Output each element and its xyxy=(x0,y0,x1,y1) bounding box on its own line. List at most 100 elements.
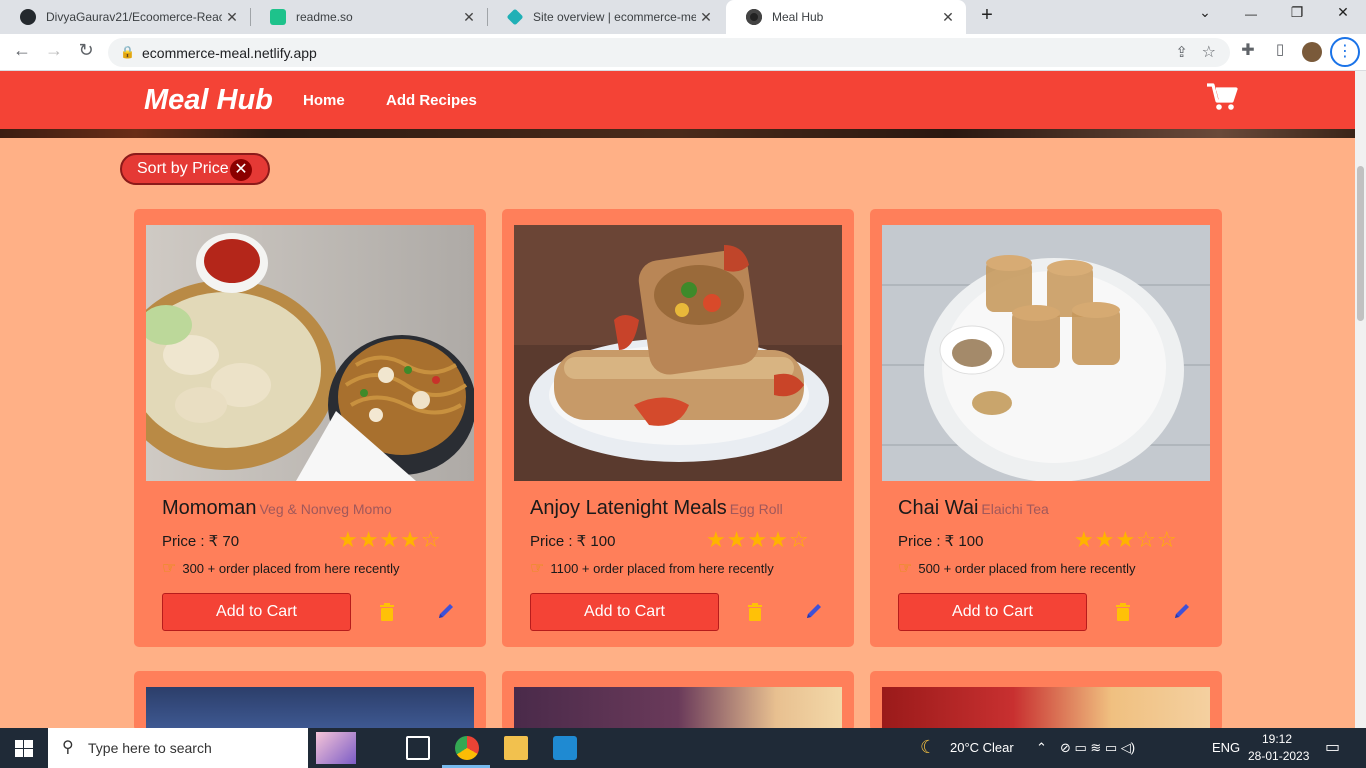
tab-title: DivyaGaurav21/Ecoomerce-React xyxy=(46,10,222,24)
browser-toolbar: ← → ↻ 🔒 ecommerce-meal.netlify.app ⇪ ☆ ✚… xyxy=(0,34,1366,71)
product-title: Anjoy Latenight Meals Egg Roll xyxy=(530,497,783,520)
cart-icon[interactable] xyxy=(1206,82,1238,112)
clear-sort-icon[interactable]: ✕ xyxy=(230,159,252,181)
back-icon[interactable]: ← xyxy=(10,40,34,61)
edit-icon[interactable] xyxy=(1172,601,1192,621)
readme-icon xyxy=(270,9,286,25)
star-rating: ★★★★☆ xyxy=(706,527,810,552)
pointing-hand-icon: ☞ xyxy=(162,560,177,577)
notification-icon[interactable]: ▭ xyxy=(1325,737,1340,757)
tab-meal-hub[interactable]: Meal Hub ✕ xyxy=(726,0,966,34)
scrollbar-thumb[interactable] xyxy=(1357,166,1364,321)
nav-link-home[interactable]: Home xyxy=(303,92,345,109)
page-content: Meal Hub Home Add Recipes Sort by Price … xyxy=(0,71,1355,728)
dish-name: Veg & Nonveg Momo xyxy=(259,501,392,517)
side-panel-icon[interactable]: ▯ xyxy=(1268,40,1292,58)
forward-icon[interactable]: → xyxy=(42,40,66,61)
navbar: Meal Hub Home Add Recipes xyxy=(0,71,1355,129)
sort-chip-label: Sort by Price xyxy=(137,160,229,177)
profile-avatar[interactable] xyxy=(1302,42,1322,62)
close-window-icon[interactable]: ✕ xyxy=(1328,4,1358,21)
close-tab-icon[interactable]: ✕ xyxy=(696,9,716,26)
product-card xyxy=(134,671,486,728)
pointing-hand-icon: ☞ xyxy=(898,560,913,577)
tab-title: Site overview | ecommerce-meal xyxy=(533,10,696,24)
add-to-cart-button[interactable]: Add to Cart xyxy=(530,593,719,631)
edit-icon[interactable] xyxy=(804,601,824,621)
language-indicator[interactable]: ENG xyxy=(1212,740,1240,755)
order-count-text: 300 + order placed from here recently xyxy=(182,560,400,576)
url-text[interactable]: ecommerce-meal.netlify.app xyxy=(142,45,317,61)
restaurant-name: Anjoy Latenight Meals xyxy=(530,497,727,519)
edit-icon[interactable] xyxy=(436,601,456,621)
order-count: ☞ 300 + order placed from here recently xyxy=(162,558,400,578)
close-tab-icon[interactable]: ✕ xyxy=(222,9,242,26)
restore-icon[interactable]: ❐ xyxy=(1282,4,1312,21)
windows-taskbar: ⚲ Type here to search ☾ 20°C Clear ⌃ ⊘ ▭… xyxy=(0,728,1366,768)
reload-icon[interactable]: ↻ xyxy=(74,40,98,61)
product-price: Price : ₹ 100 xyxy=(898,533,984,550)
vscode-icon[interactable] xyxy=(553,736,577,760)
product-price: Price : ₹ 70 xyxy=(162,533,240,550)
product-card: Momoman Veg & Nonveg Momo Price : ₹ 70 ★★… xyxy=(134,209,486,647)
tray-chevron-icon[interactable]: ⌃ xyxy=(1036,740,1047,756)
delete-icon[interactable] xyxy=(1116,603,1130,621)
task-view-icon[interactable] xyxy=(406,736,430,760)
browser-tab-strip: DivyaGaurav21/Ecoomerce-React ✕ readme.s… xyxy=(0,0,1366,34)
product-price: Price : ₹ 100 xyxy=(530,533,616,550)
page-scrollbar[interactable] xyxy=(1355,71,1366,728)
close-tab-icon[interactable]: ✕ xyxy=(938,9,958,26)
tab-search-icon[interactable]: ⌄ xyxy=(1190,4,1220,21)
search-icon: ⚲ xyxy=(62,739,74,756)
new-tab-icon[interactable]: + xyxy=(972,4,1002,27)
add-to-cart-button[interactable]: Add to Cart xyxy=(162,593,351,631)
netlify-icon xyxy=(506,8,524,26)
browser-menu-icon[interactable]: ⋮ xyxy=(1330,37,1360,67)
order-count-text: 1100 + order placed from here recently xyxy=(550,560,774,576)
share-icon[interactable]: ⇪ xyxy=(1175,43,1188,61)
windows-start-icon[interactable] xyxy=(15,740,33,757)
address-bar[interactable]: 🔒 ecommerce-meal.netlify.app ⇪ ☆ xyxy=(108,38,1230,67)
product-image-momo xyxy=(146,225,474,481)
bookmark-star-icon[interactable]: ☆ xyxy=(1202,42,1216,62)
tab-title: readme.so xyxy=(296,10,353,24)
star-rating: ★★★☆☆ xyxy=(1074,527,1178,552)
product-title: Momoman Veg & Nonveg Momo xyxy=(162,497,392,520)
tab-readme[interactable]: readme.so ✕ xyxy=(250,0,487,34)
tab-title: Meal Hub xyxy=(772,10,824,24)
order-count: ☞ 1100 + order placed from here recently xyxy=(530,558,774,578)
order-count: ☞ 500 + order placed from here recently xyxy=(898,558,1136,578)
delete-icon[interactable] xyxy=(380,603,394,621)
nav-link-add-recipes[interactable]: Add Recipes xyxy=(386,92,477,109)
product-card xyxy=(502,671,854,728)
product-image xyxy=(882,687,1210,728)
product-card: Anjoy Latenight Meals Egg Roll Price : ₹ … xyxy=(502,209,854,647)
weather-text[interactable]: 20°C Clear xyxy=(950,740,1014,755)
restaurant-name: Chai Wai xyxy=(898,497,979,519)
search-highlight-icon[interactable] xyxy=(316,732,356,764)
react-icon xyxy=(746,9,762,25)
tab-netlify[interactable]: Site overview | ecommerce-meal ✕ xyxy=(487,0,724,34)
add-to-cart-button[interactable]: Add to Cart xyxy=(898,593,1087,631)
dish-name: Egg Roll xyxy=(729,501,783,517)
chrome-icon[interactable] xyxy=(455,736,479,760)
close-tab-icon[interactable]: ✕ xyxy=(459,9,479,26)
weather-moon-icon: ☾ xyxy=(920,737,937,757)
minimize-icon[interactable]: — xyxy=(1236,7,1266,21)
file-explorer-icon[interactable] xyxy=(504,736,528,760)
dish-name: Elaichi Tea xyxy=(981,501,1049,517)
pointing-hand-icon: ☞ xyxy=(530,560,545,577)
sort-by-price-chip[interactable]: Sort by Price ✕ xyxy=(120,153,270,185)
delete-icon[interactable] xyxy=(748,603,762,621)
product-image xyxy=(146,687,474,728)
clock-date[interactable]: 28-01-2023 xyxy=(1248,749,1309,763)
tray-status-icons[interactable]: ⊘ ▭ ≋ ▭ ◁) xyxy=(1060,740,1135,756)
product-title: Chai Wai Elaichi Tea xyxy=(898,497,1049,520)
product-image xyxy=(514,687,842,728)
extensions-icon[interactable]: ✚ xyxy=(1236,40,1260,60)
taskbar-search-box[interactable]: ⚲ Type here to search xyxy=(48,728,356,768)
site-logo[interactable]: Meal Hub xyxy=(144,84,273,117)
tab-github[interactable]: DivyaGaurav21/Ecoomerce-React ✕ xyxy=(0,0,250,34)
clock-time[interactable]: 19:12 xyxy=(1262,732,1292,746)
product-card: Chai Wai Elaichi Tea Price : ₹ 100 ★★★☆☆ … xyxy=(870,209,1222,647)
